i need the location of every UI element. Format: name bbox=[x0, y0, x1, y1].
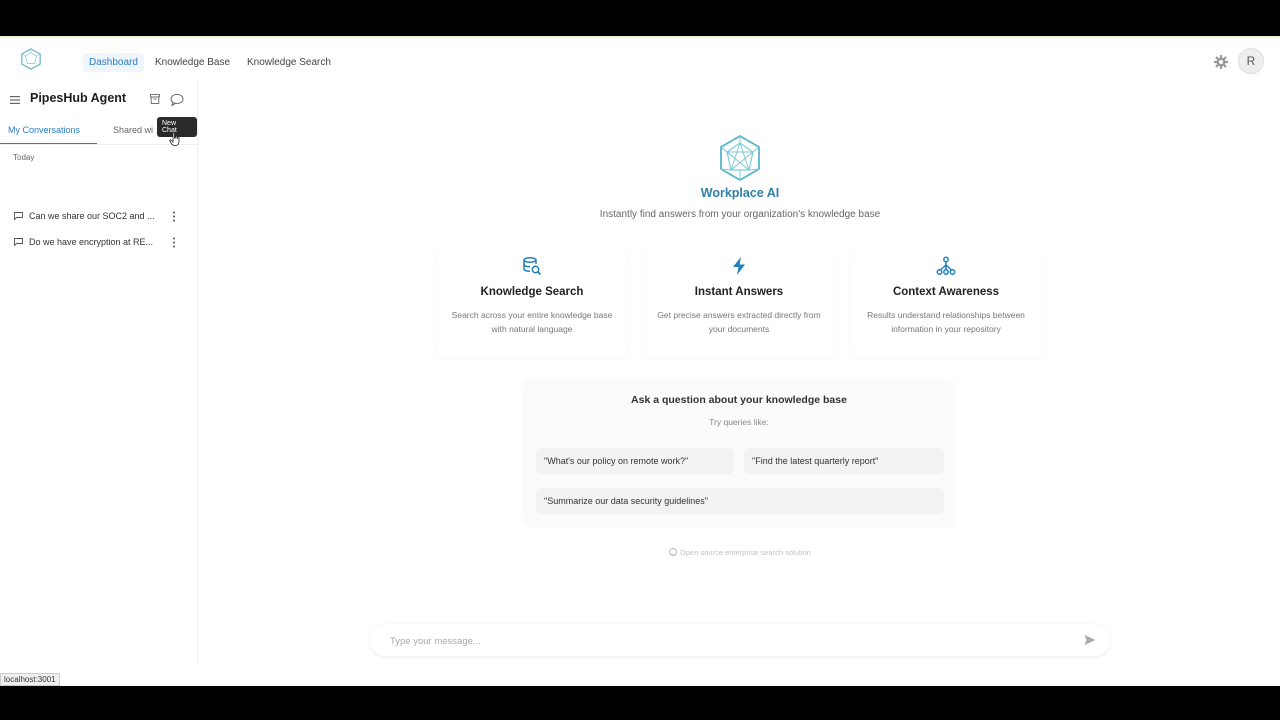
more-options-icon[interactable] bbox=[172, 237, 176, 248]
feature-title: Instant Answers bbox=[694, 286, 784, 298]
suggested-queries-panel: Ask a question about your knowledge base… bbox=[522, 378, 956, 528]
workplace-ai-logo-icon bbox=[720, 134, 760, 182]
feature-description: Get precise answers extracted directly f… bbox=[657, 310, 821, 334]
status-bar-url: localhost:3001 bbox=[0, 673, 60, 686]
section-label-today: Today bbox=[13, 153, 35, 162]
app-logo-icon[interactable] bbox=[20, 48, 42, 70]
app-window: Dashboard Knowledge Base Knowledge Searc… bbox=[0, 36, 1280, 686]
ask-subtitle: Try queries like: bbox=[709, 417, 769, 427]
open-source-note[interactable]: Open source enterprise search solution bbox=[0, 548, 1280, 557]
top-accent-line bbox=[0, 36, 1280, 38]
query-suggestion-chip[interactable]: "What's our policy on remote work?" bbox=[536, 448, 734, 474]
feature-card-context-awareness: Context Awareness Results understand rel… bbox=[851, 248, 1041, 358]
feature-card-knowledge-search: Knowledge Search Search across your enti… bbox=[437, 248, 627, 358]
query-suggestion-chip[interactable]: "Find the latest quarterly report" bbox=[744, 448, 944, 474]
lightning-icon bbox=[733, 257, 745, 275]
mouse-cursor-icon bbox=[169, 132, 180, 146]
send-icon[interactable] bbox=[1084, 634, 1096, 646]
user-avatar[interactable]: R bbox=[1238, 48, 1264, 74]
conversation-item[interactable]: Do we have encryption at RE... bbox=[0, 232, 197, 254]
sidebar-title: PipesHub Agent bbox=[30, 91, 127, 105]
settings-gear-icon[interactable] bbox=[1213, 54, 1229, 70]
menu-icon[interactable] bbox=[10, 96, 20, 104]
top-navbar: Dashboard Knowledge Base Knowledge Searc… bbox=[0, 40, 1280, 82]
hierarchy-icon bbox=[936, 256, 956, 275]
archive-icon[interactable] bbox=[150, 94, 160, 104]
nav-knowledge-search[interactable]: Knowledge Search bbox=[241, 53, 337, 72]
open-source-note-text: Open source enterprise search solution bbox=[680, 548, 811, 557]
nav-knowledge-base[interactable]: Knowledge Base bbox=[149, 53, 236, 72]
tab-my-conversations[interactable]: My Conversations bbox=[8, 125, 80, 135]
feature-title: Knowledge Search bbox=[480, 286, 584, 298]
hero-subtitle: Instantly find answers from your organiz… bbox=[599, 209, 881, 220]
hero-title: Workplace AI bbox=[700, 186, 780, 200]
feature-description: Results understand relationships between… bbox=[867, 310, 1025, 334]
ask-title: Ask a question about your knowledge base bbox=[631, 394, 847, 406]
active-tab-indicator bbox=[0, 143, 97, 144]
database-search-icon bbox=[523, 257, 542, 276]
query-suggestion-chip[interactable]: "Summarize our data security guidelines" bbox=[536, 488, 944, 514]
message-input-bar bbox=[370, 624, 1110, 656]
github-icon bbox=[669, 548, 678, 556]
feature-title: Context Awareness bbox=[892, 286, 1000, 298]
tab-divider bbox=[0, 144, 197, 145]
feature-description: Search across your entire knowledge base… bbox=[451, 310, 613, 334]
conversation-sidebar: PipesHub Agent New Chat My Conversations… bbox=[0, 82, 198, 664]
feature-card-instant-answers: Instant Answers Get precise answers extr… bbox=[644, 248, 834, 358]
conversation-title: Do we have encryption at RE... bbox=[29, 237, 154, 247]
message-input[interactable] bbox=[388, 630, 1052, 652]
new-chat-icon[interactable] bbox=[170, 93, 184, 106]
chat-bubble-icon bbox=[14, 238, 23, 246]
nav-dashboard[interactable]: Dashboard bbox=[83, 53, 144, 72]
tab-shared-with-me[interactable]: Shared wi bbox=[113, 125, 153, 135]
